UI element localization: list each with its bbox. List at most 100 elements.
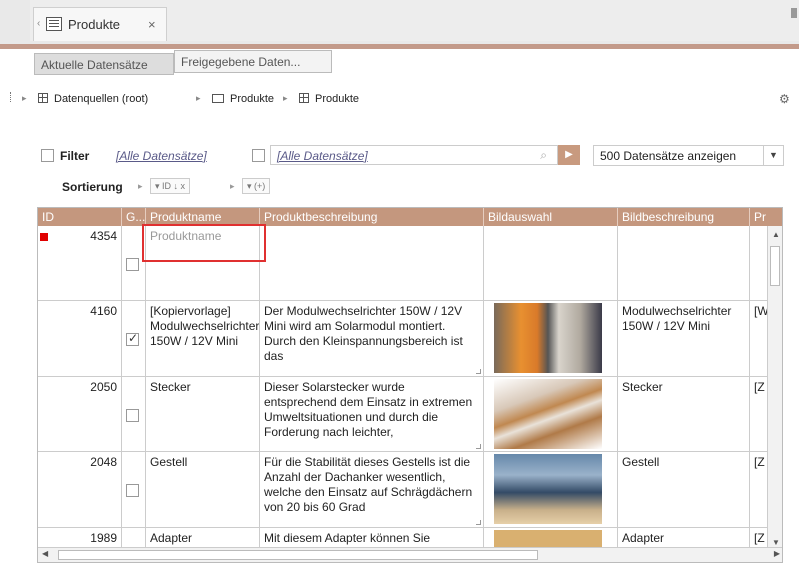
sort-row: Sortierung ▸ ▾ ID ↓ x ▸ ▾ (+) — [0, 177, 799, 197]
active-edit-outline — [142, 224, 266, 262]
cell-g — [122, 301, 146, 376]
chevron-right-icon: ▸ — [196, 93, 201, 103]
row-checkbox[interactable] — [126, 409, 139, 422]
scroll-down-icon[interactable]: ▼ — [772, 538, 780, 547]
chevron-right-icon: ▸ — [283, 93, 288, 103]
scroll-right-icon[interactable]: ▶ — [774, 549, 780, 558]
tab-label: Produkte — [68, 17, 121, 32]
vertical-scrollbar[interactable]: ▲ ▼ — [767, 226, 782, 549]
cell-description-text: Für die Stabilität dieses Gestells ist d… — [264, 455, 473, 514]
cell-pr[interactable]: [W — [750, 301, 768, 376]
subtab-released-data[interactable]: Freigegebene Daten... — [174, 50, 332, 73]
tab-scroll-left-icon[interactable]: ‹ — [37, 18, 40, 29]
cell-produktname[interactable]: [Kopiervorlage] Modulwechselrichter 150W… — [146, 301, 260, 376]
header-produktbeschreibung[interactable]: Produktbeschreibung — [260, 208, 484, 226]
table-icon — [46, 17, 62, 31]
sort-chip-add[interactable]: ▾ (+) — [242, 178, 271, 194]
chevron-down-icon[interactable]: ▼ — [763, 146, 783, 165]
header-bildauswahl[interactable]: Bildauswahl — [484, 208, 618, 226]
cell-bildauswahl[interactable] — [484, 301, 618, 376]
breadcrumb: ▸ Datenquellen (root) ▸ Produkte ▸ Produ… — [0, 88, 799, 110]
resize-handle-icon[interactable] — [476, 444, 481, 449]
breadcrumb-root[interactable]: Datenquellen (root) — [38, 93, 148, 105]
close-icon[interactable]: × — [148, 17, 156, 32]
folder-icon — [212, 94, 224, 103]
filter-checkbox[interactable] — [41, 149, 54, 162]
chevron-right-icon: ▸ — [22, 93, 27, 103]
records-count-value: 500 Datensätze anzeigen — [600, 149, 737, 163]
cell-bildauswahl[interactable] — [484, 377, 618, 451]
cell-pr[interactable]: [Z — [750, 377, 768, 451]
scroll-left-icon[interactable]: ◀ — [42, 549, 48, 558]
scrollbar-thumb[interactable] — [770, 246, 780, 286]
filter-row: Filter [Alle Datensätze] [Alle Datensätz… — [0, 145, 799, 169]
cell-produktbeschreibung[interactable]: Der Modulwechselrichter 150W / 12V Mini … — [260, 301, 484, 376]
pin-icon[interactable] — [791, 8, 797, 18]
cell-produktbeschreibung[interactable]: Dieser Solarstecker wurde entsprechend d… — [260, 377, 484, 451]
cell-g — [122, 452, 146, 527]
filter-apply-button[interactable]: ▶ — [558, 145, 580, 165]
row-checkbox[interactable] — [126, 484, 139, 497]
scrollbar-thumb[interactable] — [58, 550, 538, 560]
table-row[interactable]: 2050 Stecker Dieser Solarstecker wurde e… — [38, 377, 768, 452]
grid-icon — [299, 93, 309, 103]
breadcrumb-table-label: Produkte — [315, 93, 360, 105]
cell-description-text: Der Modulwechselrichter 150W / 12V Mini … — [264, 304, 463, 363]
product-image[interactable] — [494, 454, 602, 524]
product-image[interactable] — [494, 303, 602, 373]
cell-pr[interactable]: [Z — [750, 452, 768, 527]
cell-description-text: Dieser Solarstecker wurde entsprechend d… — [264, 380, 473, 439]
filter-search-input[interactable]: [Alle Datensätze] ⌕ — [270, 145, 558, 165]
tab-produkte[interactable]: ‹ Produkte × — [33, 7, 167, 41]
product-image[interactable] — [494, 530, 602, 548]
breadcrumb-table[interactable]: Produkte — [299, 93, 359, 105]
subtab-current-records[interactable]: Aktuelle Datensätze — [34, 53, 174, 75]
cell-pr[interactable] — [750, 226, 768, 300]
cell-id: 2048 — [38, 452, 122, 527]
cell-id: 4160 — [38, 301, 122, 376]
sort-label: Sortierung — [62, 180, 123, 194]
tab-bar: ‹ Produkte × — [0, 0, 799, 45]
cell-g — [122, 377, 146, 451]
resize-handle-icon[interactable] — [476, 369, 481, 374]
chevron-right-icon: ▸ — [230, 181, 235, 191]
cell-bildauswahl[interactable] — [484, 226, 618, 300]
sort-chip-id[interactable]: ▾ ID ↓ x — [150, 178, 191, 194]
cell-bildbeschreibung[interactable] — [618, 226, 750, 300]
horizontal-scrollbar[interactable]: ◀ ▶ — [38, 547, 782, 562]
scroll-up-icon[interactable]: ▲ — [772, 230, 780, 239]
cell-id: 4354 — [38, 226, 122, 300]
product-image[interactable] — [494, 379, 602, 449]
breadcrumb-root-label: Datenquellen (root) — [54, 93, 149, 105]
data-grid: ID G... Produktname Produktbeschreibung … — [37, 207, 783, 563]
cell-produktname[interactable]: Gestell — [146, 452, 260, 527]
chevron-right-icon: ▸ — [138, 181, 143, 191]
filter-input-value: [Alle Datensätze] — [277, 149, 368, 163]
row-checkbox[interactable] — [126, 331, 139, 346]
cell-id-value: 4354 — [90, 229, 117, 243]
cell-produktbeschreibung[interactable] — [260, 226, 484, 300]
table-row[interactable]: 4160 [Kopiervorlage] Modulwechselrichter… — [38, 301, 768, 377]
records-count-select[interactable]: 500 Datensätze anzeigen ▼ — [593, 145, 784, 166]
row-checkbox[interactable] — [126, 258, 139, 271]
header-bildbeschreibung[interactable]: Bildbeschreibung — [618, 208, 750, 226]
header-id[interactable]: ID — [38, 208, 122, 226]
cell-produktname[interactable]: Stecker — [146, 377, 260, 451]
header-pr[interactable]: Pr — [750, 208, 782, 226]
filter-checkbox-2[interactable] — [252, 149, 265, 162]
cell-bildbeschreibung[interactable]: Stecker — [618, 377, 750, 451]
status-marker — [40, 233, 48, 241]
filter-label: Filter — [60, 149, 90, 163]
breadcrumb-folder[interactable]: Produkte — [212, 93, 274, 105]
cell-id: 2050 — [38, 377, 122, 451]
filter-all-records-link[interactable]: [Alle Datensätze] — [116, 149, 207, 163]
cell-produktbeschreibung[interactable]: Für die Stabilität dieses Gestells ist d… — [260, 452, 484, 527]
settings-icon[interactable]: ⚙ — [779, 93, 791, 105]
accent-line — [0, 44, 799, 49]
cell-bildauswahl[interactable] — [484, 452, 618, 527]
resize-handle-icon[interactable] — [476, 520, 481, 525]
cell-bildbeschreibung[interactable]: Gestell — [618, 452, 750, 527]
table-row[interactable]: 2048 Gestell Für die Stabilität dieses G… — [38, 452, 768, 528]
breadcrumb-folder-label: Produkte — [230, 93, 275, 105]
cell-bildbeschreibung[interactable]: Modulwechselrichter 150W / 12V Mini — [618, 301, 750, 376]
